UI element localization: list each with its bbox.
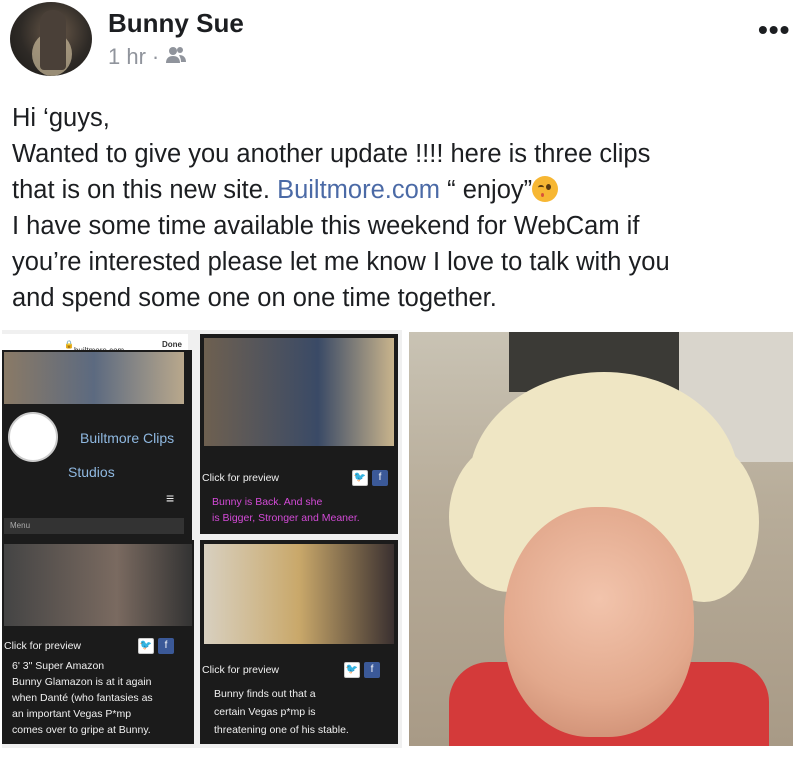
clip-description: threatening one of his stable. xyxy=(214,724,349,736)
clip-card: Click for preview 🐦 f Bunny finds out tha… xyxy=(200,540,398,744)
collage-image[interactable]: 🔒 builtmore.com Done Builtmore Clips Stu… xyxy=(2,330,402,748)
share-buttons: 🐦 f xyxy=(138,638,174,654)
preview-link: Click for preview xyxy=(4,640,82,652)
selfie-photo[interactable] xyxy=(409,332,793,746)
lock-url: 🔒 builtmore.com xyxy=(64,340,124,355)
post-time[interactable]: 1 hr xyxy=(108,44,146,70)
clip-card: Click for preview 🐦 f Bunny is Back. And … xyxy=(200,334,398,534)
winking-face-icon xyxy=(532,176,559,202)
friends-icon[interactable] xyxy=(165,44,187,70)
meta-separator: · xyxy=(151,44,160,69)
clip-description: certain Vegas p*mp is xyxy=(214,706,316,718)
clip-description: an important Vegas P*mp xyxy=(12,708,132,720)
preview-link: Click for preview xyxy=(202,472,280,484)
clip-thumbnail xyxy=(204,338,394,446)
post-line: and spend some one on one time together. xyxy=(12,284,497,312)
share-buttons: 🐦 f xyxy=(344,662,380,678)
site-subtitle: Studios xyxy=(68,464,115,480)
post-line: that is on this new site. Builtmore.com … xyxy=(12,172,782,208)
post-line: you’re interested please let me know I l… xyxy=(12,248,670,276)
clip-thumbnail xyxy=(204,544,394,644)
twitter-icon: 🐦 xyxy=(344,662,360,678)
post-meta: 1 hr · xyxy=(108,44,187,70)
site-logo-icon xyxy=(8,412,58,462)
author-name[interactable]: Bunny Sue xyxy=(108,8,244,39)
clip-description: is Bigger, Stronger and Meaner. xyxy=(212,512,360,524)
facebook-icon: f xyxy=(158,638,174,654)
site-banner-photo xyxy=(4,352,184,404)
post-line: Wanted to give you another update !!!! h… xyxy=(12,140,651,168)
clip-thumbnail xyxy=(4,544,192,626)
twitter-icon: 🐦 xyxy=(352,470,368,486)
done-label: Done xyxy=(162,340,182,349)
twitter-icon: 🐦 xyxy=(138,638,154,654)
clip-description: Bunny is Back. And she xyxy=(212,496,323,508)
clip-description: Bunny Glamazon is at it again xyxy=(12,676,152,688)
clip-description: comes over to gripe at Bunny. xyxy=(12,724,151,736)
site-title: Builtmore Clips xyxy=(80,430,175,446)
site-link[interactable]: Builtmore.com xyxy=(277,176,440,204)
face xyxy=(504,507,694,737)
clip-description: Bunny finds out that a xyxy=(214,688,316,700)
facebook-icon: f xyxy=(372,470,388,486)
post-text: Hi ‘guys, Wanted to give you another upd… xyxy=(12,100,782,316)
share-buttons: 🐦 f xyxy=(352,470,388,486)
facebook-icon: f xyxy=(364,662,380,678)
menu-bar: Menu xyxy=(4,518,184,534)
site-panel: Builtmore Clips Studios ≡ Menu xyxy=(2,350,192,540)
more-options-button[interactable]: ••• xyxy=(758,14,790,46)
preview-link: Click for preview xyxy=(202,664,280,676)
clip-description: when Danté (who fantasies as xyxy=(12,692,153,704)
author-avatar[interactable] xyxy=(10,2,92,76)
clip-description: 6' 3" Super Amazon xyxy=(12,660,105,672)
hamburger-icon: ≡ xyxy=(166,490,175,506)
clip-card: Click for preview 🐦 f 6' 3" Super Amazon … xyxy=(2,540,194,744)
post-line: I have some time available this weekend … xyxy=(12,212,640,240)
post-line: Hi ‘guys, xyxy=(12,104,110,132)
